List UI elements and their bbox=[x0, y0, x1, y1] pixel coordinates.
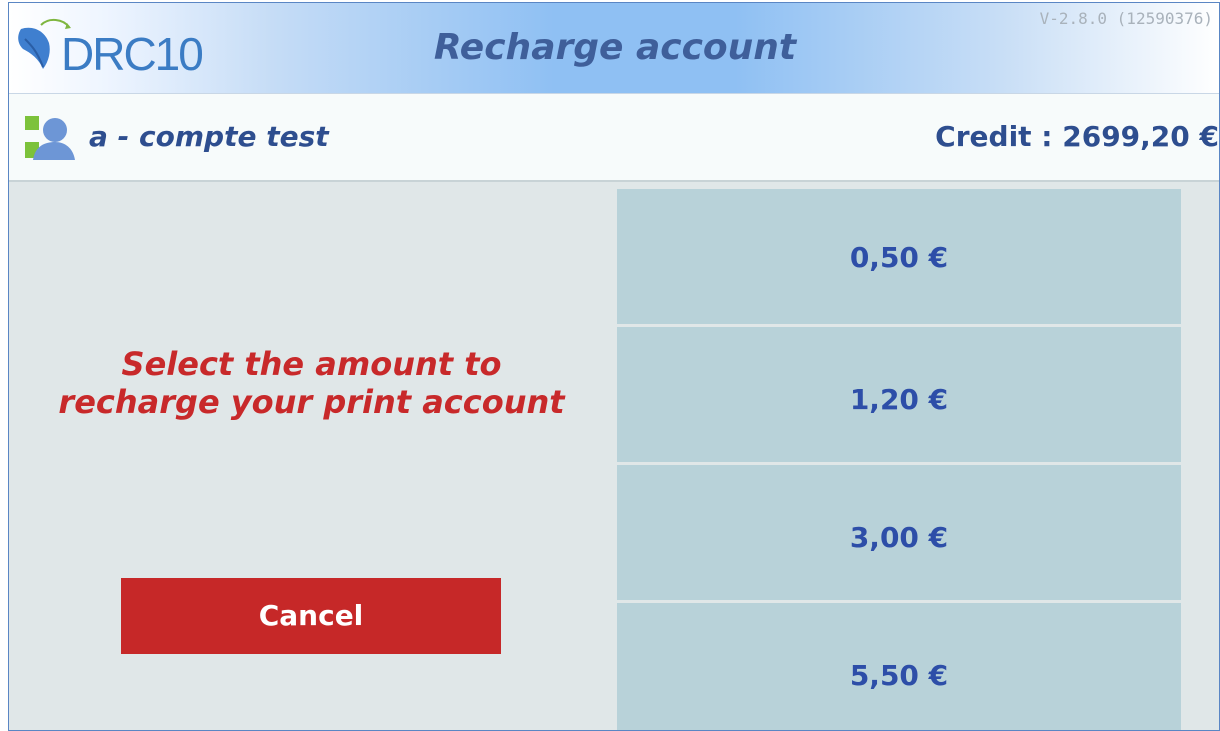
amount-button-1-20[interactable]: 1,20 € bbox=[617, 327, 1181, 462]
amount-button-3-00[interactable]: 3,00 € bbox=[617, 465, 1181, 600]
credit-balance: Credit : 2699,20 € bbox=[935, 120, 1219, 153]
kiosk-window: DRC10 Recharge account V-2.8.0 (12590376… bbox=[8, 2, 1220, 731]
version-label: V-2.8.0 (12590376) bbox=[1039, 9, 1213, 28]
user-bar: a - compte test Credit : 2699,20 € bbox=[9, 94, 1219, 182]
amount-button-0-50[interactable]: 0,50 € bbox=[617, 189, 1181, 324]
amount-list: 0,50 € 1,20 € 3,00 € 5,50 € bbox=[617, 189, 1181, 730]
page-title: Recharge account bbox=[433, 27, 797, 68]
amount-button-5-50[interactable]: 5,50 € bbox=[617, 603, 1181, 730]
instruction-line-2: recharge your print account bbox=[58, 383, 565, 421]
instruction-line-1: Select the amount to bbox=[121, 345, 502, 383]
user-icon bbox=[25, 116, 75, 160]
header-bar: DRC10 Recharge account V-2.8.0 (12590376… bbox=[9, 3, 1219, 94]
account-name: a - compte test bbox=[89, 120, 329, 153]
cancel-button[interactable]: Cancel bbox=[121, 578, 501, 654]
instruction-text: Select the amount to recharge your print… bbox=[9, 345, 614, 421]
